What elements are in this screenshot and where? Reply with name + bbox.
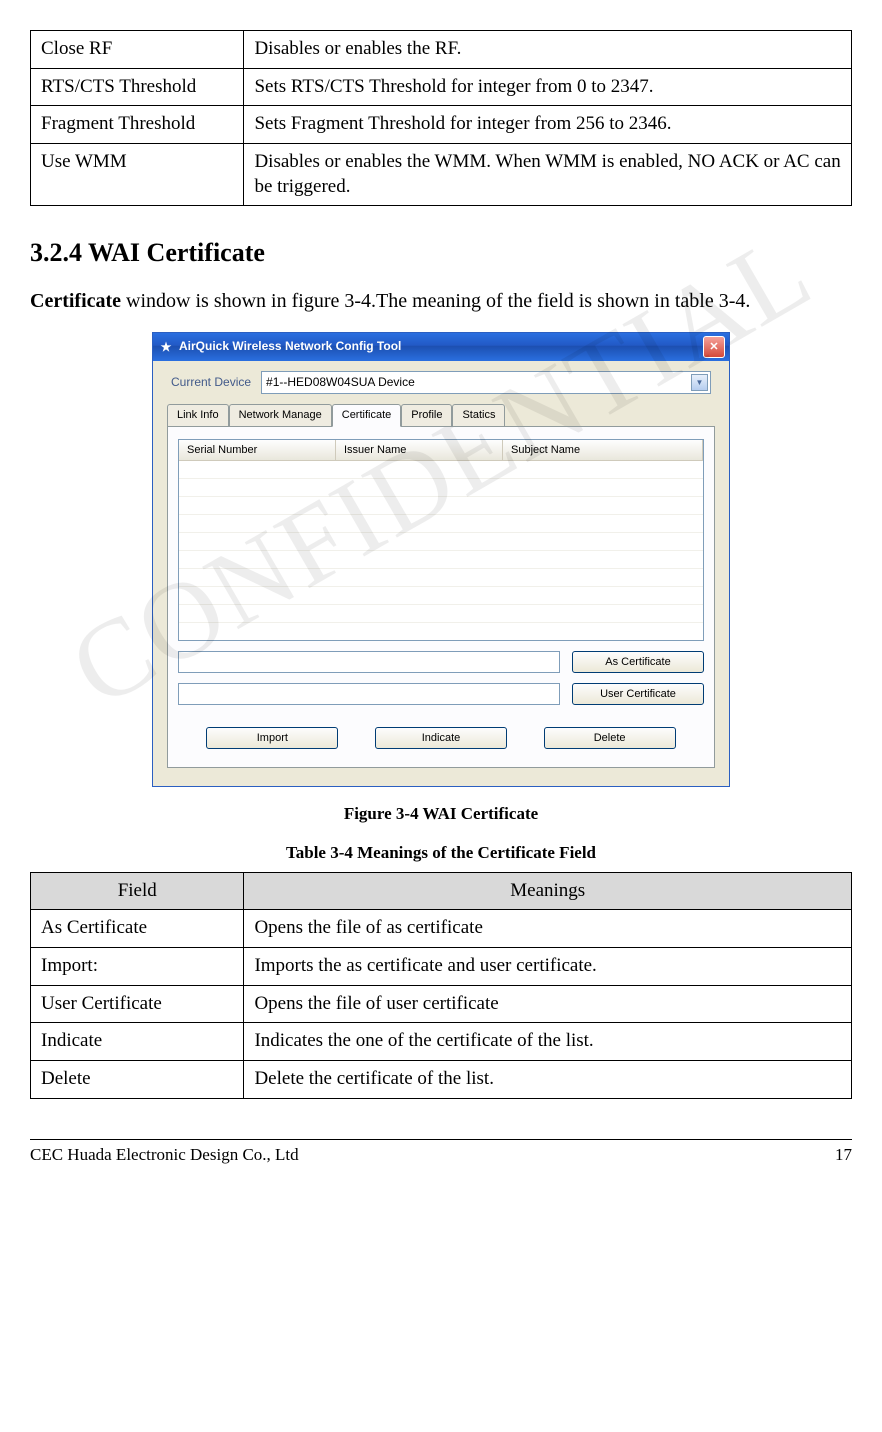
xp-window: ★ AirQuick Wireless Network Config Tool … [152, 332, 730, 787]
field-cell: Indicate [31, 1023, 244, 1061]
window-body: Current Device #1--HED08W04SUA Device ▼ … [153, 361, 729, 786]
chevron-down-icon: ▼ [691, 374, 708, 391]
user-cert-input[interactable] [178, 683, 560, 705]
list-item [179, 497, 703, 515]
tab-panel-certificate: Serial Number Issuer Name Subject Name [167, 427, 715, 769]
footer-left: CEC Huada Electronic Design Co., Ltd [30, 1144, 299, 1166]
as-cert-row: As Certificate [178, 651, 704, 673]
meaning-cell: Imports the as certificate and user cert… [244, 947, 852, 985]
col-serial-number[interactable]: Serial Number [179, 440, 336, 460]
meaning-cell: Disables or enables the WMM. When WMM is… [244, 144, 852, 206]
current-device-label: Current Device [171, 375, 251, 391]
page-footer: CEC Huada Electronic Design Co., Ltd 17 [30, 1139, 852, 1166]
tab-statics[interactable]: Statics [452, 404, 505, 425]
tab-strip: Link Info Network Manage Certificate Pro… [167, 404, 715, 426]
field-cell: Fragment Threshold [31, 106, 244, 144]
action-button-row: Import Indicate Delete [178, 727, 704, 749]
list-header-row: Serial Number Issuer Name Subject Name [179, 440, 703, 461]
field-cell: Close RF [31, 31, 244, 69]
as-certificate-button[interactable]: As Certificate [572, 651, 704, 673]
table-row: RTS/CTS Threshold Sets RTS/CTS Threshold… [31, 68, 852, 106]
field-cell: RTS/CTS Threshold [31, 68, 244, 106]
table-row: Close RF Disables or enables the RF. [31, 31, 852, 69]
list-item [179, 533, 703, 551]
list-item [179, 515, 703, 533]
table-row: User Certificate Opens the file of user … [31, 985, 852, 1023]
header-field: Field [31, 872, 244, 910]
field-cell: Delete [31, 1061, 244, 1099]
table-row: Indicate Indicates the one of the certif… [31, 1023, 852, 1061]
body-rest: window is shown in figure 3-4.The meanin… [121, 290, 750, 312]
screenshot-figure: ★ AirQuick Wireless Network Config Tool … [30, 332, 852, 787]
as-cert-input[interactable] [178, 651, 560, 673]
window-title: AirQuick Wireless Network Config Tool [179, 339, 697, 355]
meaning-cell: Sets Fragment Threshold for integer from… [244, 106, 852, 144]
list-item [179, 587, 703, 605]
app-icon: ★ [159, 340, 173, 354]
body-paragraph: Certificate window is shown in figure 3-… [30, 288, 852, 314]
top-definitions-table: Close RF Disables or enables the RF. RTS… [30, 30, 852, 206]
col-issuer-name[interactable]: Issuer Name [336, 440, 503, 460]
list-item [179, 605, 703, 623]
current-device-select[interactable]: #1--HED08W04SUA Device ▼ [261, 371, 711, 394]
meaning-cell: Opens the file of as certificate [244, 910, 852, 948]
user-certificate-button[interactable]: User Certificate [572, 683, 704, 705]
tab-link-info[interactable]: Link Info [167, 404, 229, 425]
table-row: As Certificate Opens the file of as cert… [31, 910, 852, 948]
table-row: Delete Delete the certificate of the lis… [31, 1061, 852, 1099]
list-rows [179, 461, 703, 623]
current-device-row: Current Device #1--HED08W04SUA Device ▼ [167, 371, 715, 394]
field-cell: Import: [31, 947, 244, 985]
figure-caption: Figure 3-4 WAI Certificate [30, 803, 852, 825]
table-row: Use WMM Disables or enables the WMM. Whe… [31, 144, 852, 206]
meaning-cell: Sets RTS/CTS Threshold for integer from … [244, 68, 852, 106]
meaning-cell: Opens the file of user certificate [244, 985, 852, 1023]
list-item [179, 551, 703, 569]
tab-network-manage[interactable]: Network Manage [229, 404, 332, 425]
close-icon[interactable]: ✕ [703, 336, 725, 358]
tab-certificate[interactable]: Certificate [332, 404, 402, 426]
header-meaning: Meanings [244, 872, 852, 910]
indicate-button[interactable]: Indicate [375, 727, 507, 749]
meaning-cell: Delete the certificate of the list. [244, 1061, 852, 1099]
body-bold: Certificate [30, 290, 121, 312]
table-header-row: Field Meanings [31, 872, 852, 910]
window-titlebar: ★ AirQuick Wireless Network Config Tool … [153, 333, 729, 361]
list-item [179, 569, 703, 587]
import-button[interactable]: Import [206, 727, 338, 749]
user-cert-row: User Certificate [178, 683, 704, 705]
footer-right: 17 [835, 1144, 852, 1166]
field-cell: User Certificate [31, 985, 244, 1023]
certificate-listview[interactable]: Serial Number Issuer Name Subject Name [178, 439, 704, 641]
section-heading: 3.2.4 WAI Certificate [30, 236, 852, 270]
current-device-value: #1--HED08W04SUA Device [266, 375, 415, 391]
delete-button[interactable]: Delete [544, 727, 676, 749]
tab-profile[interactable]: Profile [401, 404, 452, 425]
field-cell: Use WMM [31, 144, 244, 206]
table-row: Import: Imports the as certificate and u… [31, 947, 852, 985]
table-3-4: Field Meanings As Certificate Opens the … [30, 872, 852, 1099]
list-item [179, 479, 703, 497]
list-item [179, 461, 703, 479]
meaning-cell: Indicates the one of the certificate of … [244, 1023, 852, 1061]
table-caption: Table 3-4 Meanings of the Certificate Fi… [30, 842, 852, 864]
table-row: Fragment Threshold Sets Fragment Thresho… [31, 106, 852, 144]
col-subject-name[interactable]: Subject Name [503, 440, 703, 460]
meaning-cell: Disables or enables the RF. [244, 31, 852, 69]
field-cell: As Certificate [31, 910, 244, 948]
